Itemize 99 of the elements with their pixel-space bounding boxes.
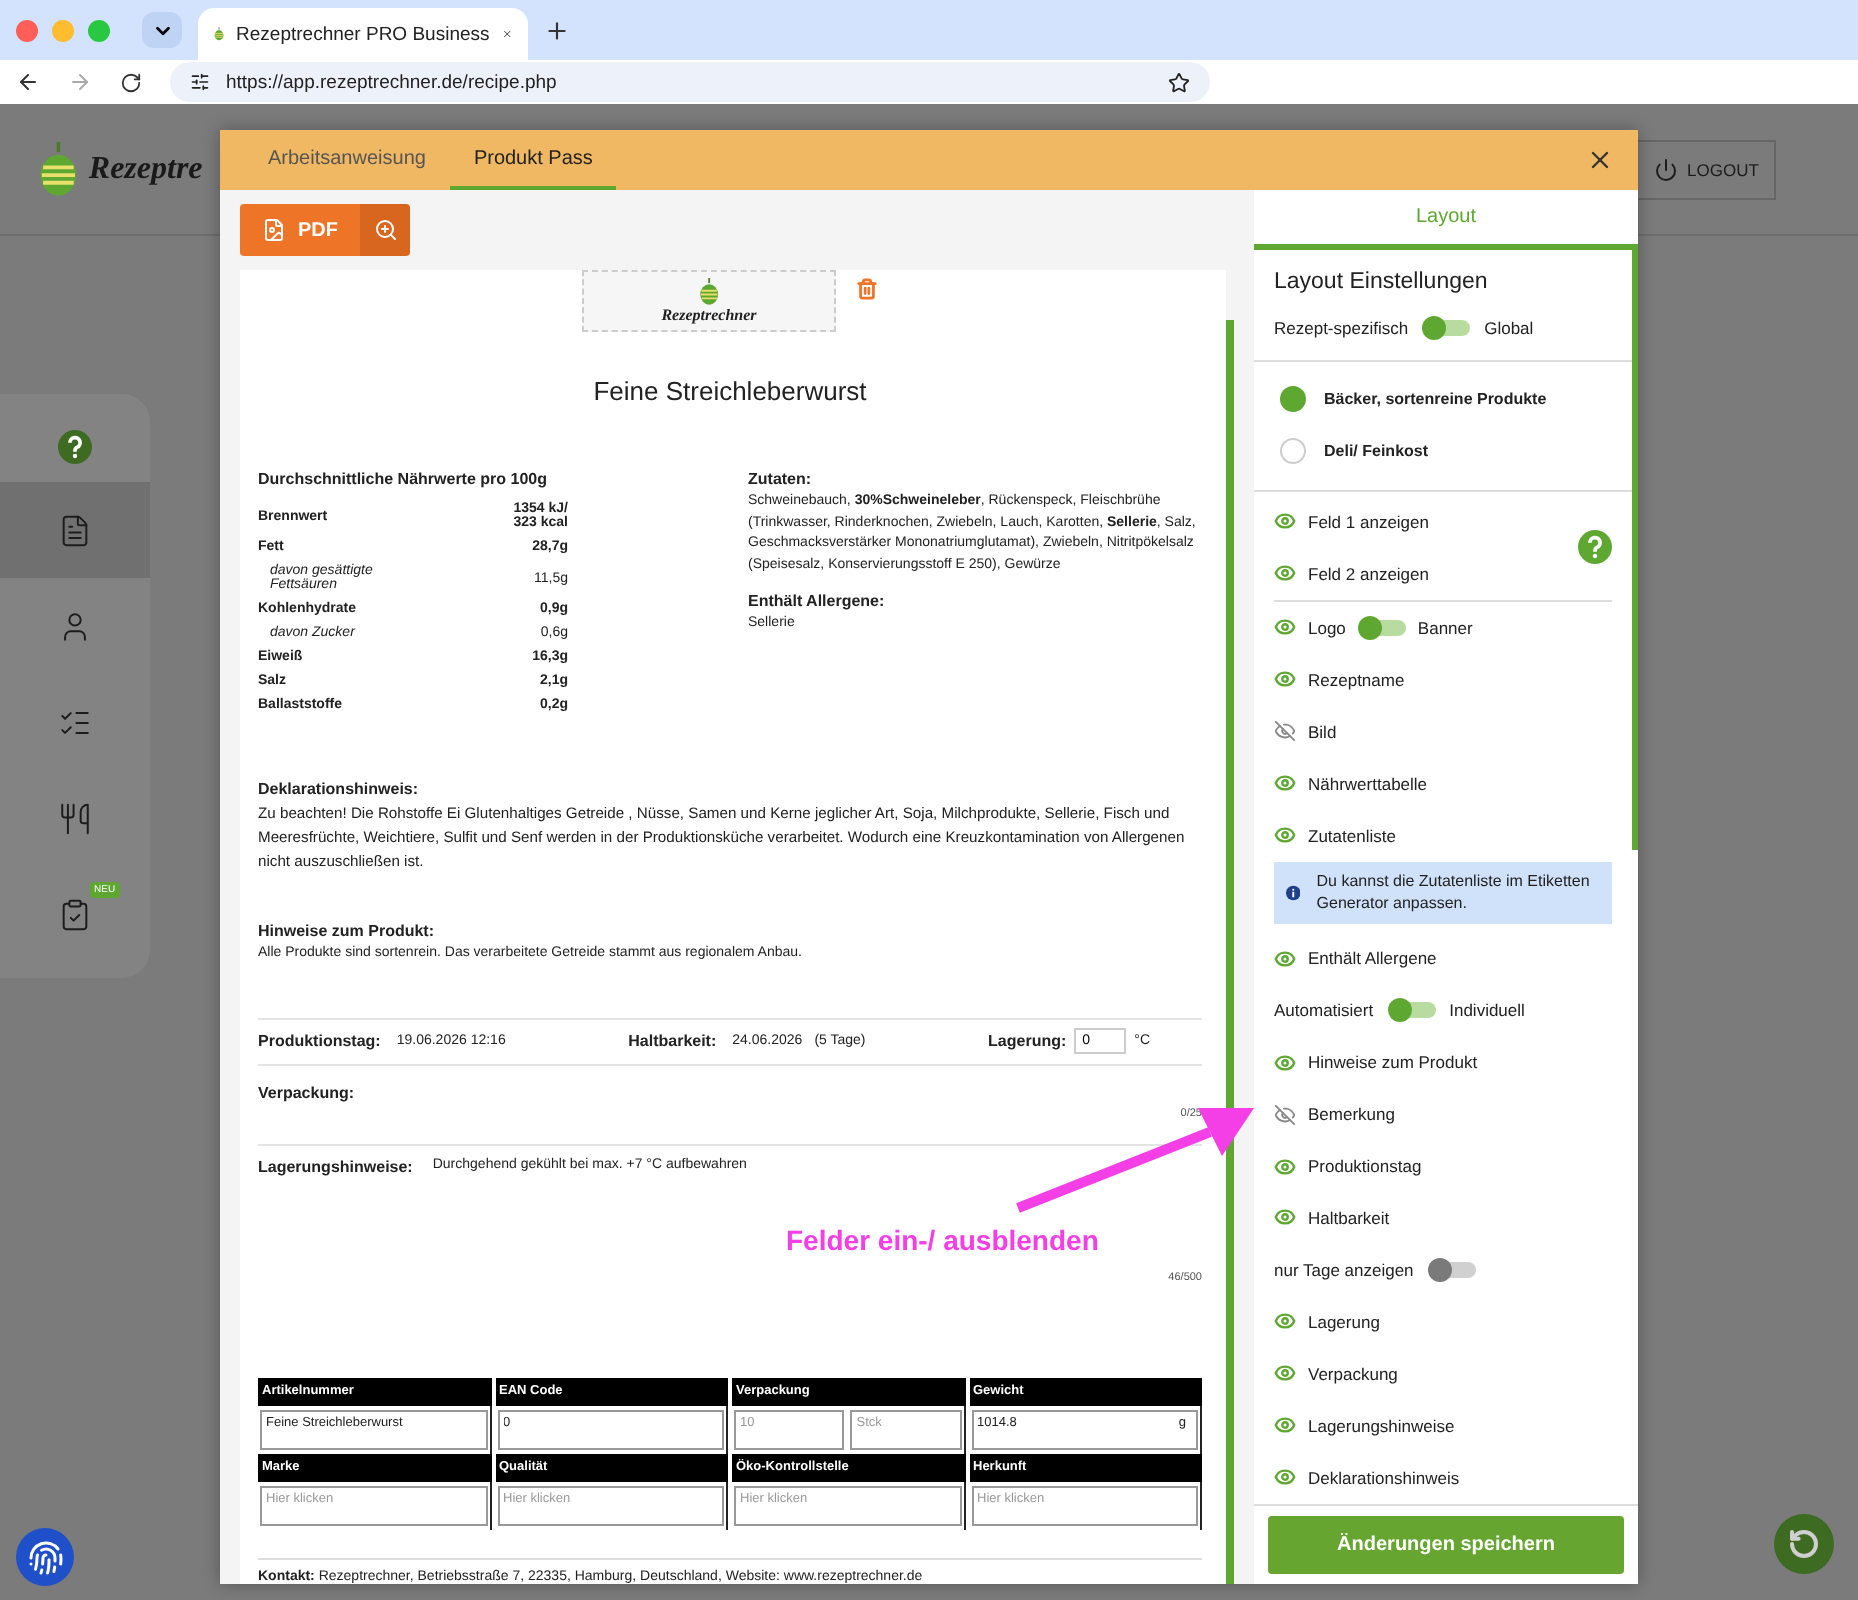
switch-label: Global [1484,318,1534,338]
scrollbar-thumb[interactable] [1226,320,1234,1584]
radio-button[interactable] [1280,438,1306,465]
eye-icon[interactable] [1274,1310,1296,1333]
help-icon[interactable] [1578,530,1612,565]
eye-icon[interactable] [1274,772,1296,795]
info-icon [1286,881,1301,904]
eye-icon[interactable] [1274,1155,1296,1177]
field-label: Hinweise zum Produkt [1308,1052,1478,1073]
bookmark-icon[interactable] [1168,71,1190,93]
storage-label: Lagerung: [988,1032,1067,1051]
radio-label: Deli/ Feinkost [1324,442,1429,461]
eye-icon[interactable] [1274,562,1296,585]
packaging-label: Verpackung: [258,1083,357,1102]
eye-icon[interactable] [1274,824,1296,847]
zoom-icon [373,218,397,242]
shelf-life-label: Haltbarkeit: [628,1032,717,1051]
new-tab-icon[interactable] [544,17,570,43]
annotation-text: Felder ein-/ ausblenden [786,1224,1099,1256]
url-text: https://app.rezeptrechner.de/recipe.php [226,71,559,93]
field-label: Feld 1 anzeigen [1308,511,1429,532]
toggle-switch[interactable] [1422,316,1471,340]
apple-logo-icon [697,278,721,306]
help-icon[interactable] [58,429,92,463]
switch-label: nur Tage anzeigen [1274,1259,1414,1280]
person-icon[interactable] [58,609,92,643]
logo-box[interactable]: Rezeptrechner [582,270,836,332]
eye-off-icon[interactable] [1274,720,1296,743]
field-label: Enthält Allergene [1308,948,1437,969]
reload-icon[interactable] [120,71,142,93]
panel-heading: Layout Einstellungen [1274,270,1490,294]
pdf-file-icon [262,218,286,242]
allergens-heading: Enthält Allergene: [748,592,887,610]
eye-off-icon[interactable] [1274,1103,1296,1126]
back-icon[interactable] [16,70,40,94]
scrollbar-thumb[interactable] [1632,250,1638,850]
field-label: Verpackung [1308,1363,1398,1384]
maximize-window-icon[interactable] [88,19,110,41]
eye-icon[interactable] [1274,668,1296,691]
site-settings-icon[interactable] [190,72,210,92]
recipe-title: Feine Streichleberwurst [591,376,869,406]
notes-heading: Hinweise zum Produkt: [258,922,437,941]
switch-label: Automatisiert [1274,1000,1374,1021]
switch-label: Banner [1417,617,1473,638]
fingerprint-button[interactable] [16,1528,74,1586]
toggle-switch[interactable] [1357,615,1406,640]
undo-button[interactable] [1774,1514,1834,1574]
storage-notes-label: Lagerungshinweise: [258,1157,413,1176]
tab[interactable]: Arbeitsanweisung [244,130,450,190]
forward-icon[interactable] [68,70,92,94]
address-bar[interactable]: https://app.rezeptrechner.de/recipe.php [170,62,1210,102]
eye-icon[interactable] [1274,1466,1296,1489]
eye-icon[interactable] [1274,1362,1296,1385]
eye-icon[interactable] [1274,616,1296,639]
switch-label: Individuell [1449,1000,1525,1021]
zoom-button[interactable] [360,204,410,256]
eye-icon[interactable] [1274,1206,1296,1229]
eye-icon[interactable] [1274,510,1296,533]
switch-label: Rezept-spezifisch [1274,318,1409,338]
field-label: Logo [1308,617,1346,638]
apple-logo-icon [36,141,81,197]
field-label: Haltbarkeit [1308,1207,1390,1228]
toggle-switch[interactable] [1387,998,1436,1023]
close-window-icon[interactable] [16,19,38,41]
logo-text: Rezeptre [88,151,203,187]
field-label: Lagerung [1308,1311,1380,1332]
field-label: Feld 2 anzeigen [1308,563,1429,584]
nutrition-heading: Durchschnittliche Nährwerte pro 100g [258,470,549,488]
radio-label: Bäcker, sortenreine Produkte [1324,390,1547,409]
eye-icon[interactable] [1274,947,1296,970]
browser-tab[interactable]: Rezeptrechner PRO Business [198,8,528,60]
field-label: Produktionstag [1308,1156,1422,1176]
close-icon [1586,146,1614,174]
radio-button[interactable] [1280,386,1306,413]
sidebar-item[interactable] [0,482,150,578]
logo-text: Rezeptrechner [661,306,757,324]
tab-title: Rezeptrechner PRO Business [236,23,490,45]
field-label: Bild [1308,721,1337,742]
power-icon [1653,157,1678,181]
field-label: Rezeptname [1308,669,1405,690]
document-icon[interactable] [58,513,92,547]
declaration-heading: Deklarationshinweis: [258,780,421,798]
info-text: Du kannst die Zutatenliste im Etiketten Generator anpassen. [1316,869,1592,917]
undo-icon [1788,1528,1820,1560]
utensils-icon[interactable] [58,801,92,835]
field-label: Bemerkung [1308,1104,1395,1125]
clipboard-icon[interactable] [58,897,92,931]
eye-icon[interactable] [1274,1051,1296,1074]
fingerprint-icon [27,1539,63,1575]
production-label: Produktionstag: [258,1032,381,1051]
field-label: Nährwerttabelle [1308,773,1428,794]
field-label: Zutatenliste [1308,825,1396,846]
field-label: Lagerungshinweise [1308,1415,1455,1436]
eye-icon[interactable] [1274,1414,1296,1437]
delete-icon[interactable] [856,278,878,300]
field-label: Deklarationshinweis [1308,1467,1460,1488]
ingredients-heading: Zutaten: [748,470,814,488]
tab-list-button[interactable] [142,12,182,48]
toggle-switch[interactable] [1427,1257,1476,1282]
